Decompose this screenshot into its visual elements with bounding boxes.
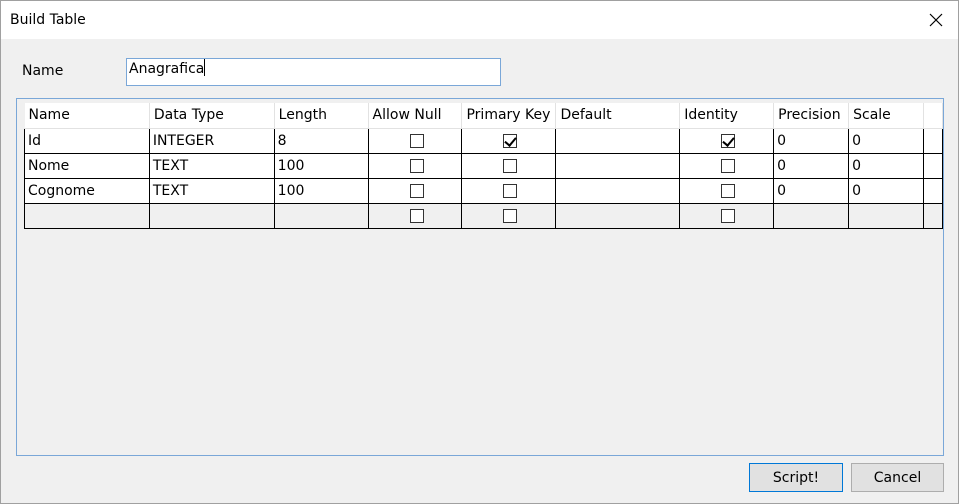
cell-data-type[interactable]: INTEGER (148, 127, 275, 154)
primary-key-checkbox[interactable] (503, 208, 518, 223)
cell-primary-key[interactable] (461, 202, 557, 229)
cell-scale[interactable]: 0 (848, 152, 924, 179)
name-label: Name (22, 63, 64, 79)
cell-name[interactable]: Cognome (24, 177, 150, 204)
window-title: Build Table (10, 12, 86, 28)
column-header-data-type[interactable]: Data Type (149, 103, 275, 129)
cell-default[interactable] (555, 152, 681, 179)
table-name-input[interactable]: Anagrafica (126, 58, 501, 86)
cell-filler (923, 127, 943, 154)
cell-name[interactable] (24, 202, 150, 229)
column-header-identity[interactable]: Identity (679, 103, 775, 129)
cell-filler (923, 177, 943, 204)
cell-precision[interactable]: 0 (773, 127, 850, 154)
grid-header-row: Name Data Type Length Allow Null Primary Key… (24, 103, 943, 129)
cell-data-type[interactable]: TEXT (148, 152, 275, 179)
cell-length[interactable] (273, 202, 369, 229)
cell-allow-null[interactable] (367, 127, 463, 154)
table-row[interactable]: Nome TEXT 100 0 0 (24, 152, 943, 179)
cell-primary-key[interactable] (461, 127, 557, 154)
close-button[interactable] (914, 1, 958, 39)
cell-data-type[interactable]: TEXT (148, 177, 275, 204)
cell-length[interactable]: 8 (273, 127, 369, 154)
cell-data-type[interactable] (148, 202, 275, 229)
cell-scale[interactable] (848, 202, 924, 229)
column-header-allow-null[interactable]: Allow Null (368, 103, 463, 129)
cell-default[interactable] (555, 202, 681, 229)
primary-key-checkbox[interactable] (503, 133, 518, 148)
columns-table: Name Data Type Length Allow Null Primary Key… (24, 103, 943, 229)
cell-length[interactable]: 100 (273, 177, 369, 204)
allow-null-checkbox[interactable] (409, 183, 424, 198)
column-header-length[interactable]: Length (274, 103, 369, 129)
table-row[interactable]: Cognome TEXT 100 0 0 (24, 177, 943, 204)
text-caret (204, 59, 206, 76)
cell-scale[interactable]: 0 (848, 127, 924, 154)
primary-key-checkbox[interactable] (503, 158, 518, 173)
cell-precision[interactable]: 0 (773, 177, 850, 204)
close-icon (929, 13, 943, 27)
primary-key-checkbox[interactable] (503, 183, 518, 198)
cell-primary-key[interactable] (461, 177, 557, 204)
identity-checkbox[interactable] (721, 158, 736, 173)
identity-checkbox[interactable] (721, 208, 736, 223)
cell-length[interactable]: 100 (273, 152, 369, 179)
column-header-default[interactable]: Default (555, 103, 681, 129)
cell-default[interactable] (555, 177, 681, 204)
title-bar: Build Table (1, 1, 958, 39)
cell-filler (923, 202, 943, 229)
cancel-button[interactable]: Cancel (851, 463, 944, 492)
identity-checkbox[interactable] (721, 183, 736, 198)
cell-name[interactable]: Id (24, 127, 150, 154)
cell-scale[interactable]: 0 (848, 177, 924, 204)
allow-null-checkbox[interactable] (409, 133, 424, 148)
table-row[interactable]: Id INTEGER 8 0 0 (24, 127, 943, 154)
script-button[interactable]: Script! (749, 463, 843, 492)
cell-allow-null[interactable] (367, 177, 463, 204)
column-header-name[interactable]: Name (24, 103, 150, 129)
cell-precision[interactable] (773, 202, 850, 229)
grid-new-row[interactable] (24, 202, 943, 229)
columns-grid[interactable]: Name Data Type Length Allow Null Primary Key… (16, 98, 944, 456)
column-header-primary-key[interactable]: Primary Key (461, 103, 557, 129)
column-header-filler (923, 103, 943, 129)
allow-null-checkbox[interactable] (409, 158, 424, 173)
cell-identity[interactable] (679, 127, 775, 154)
column-header-precision[interactable]: Precision (773, 103, 850, 129)
cell-identity[interactable] (679, 202, 775, 229)
cell-allow-null[interactable] (367, 152, 463, 179)
cell-allow-null[interactable] (367, 202, 463, 229)
cell-filler (923, 152, 943, 179)
allow-null-checkbox[interactable] (409, 208, 424, 223)
cell-identity[interactable] (679, 177, 775, 204)
column-header-scale[interactable]: Scale (848, 103, 924, 129)
cell-primary-key[interactable] (461, 152, 557, 179)
cell-default[interactable] (555, 127, 681, 154)
table-name-value: Anagrafica (129, 61, 205, 77)
cell-identity[interactable] (679, 152, 775, 179)
build-table-dialog: Build Table Name Anagrafica Name Data Typ… (0, 0, 959, 504)
identity-checkbox[interactable] (721, 133, 736, 148)
cell-name[interactable]: Nome (24, 152, 150, 179)
cell-precision[interactable]: 0 (773, 152, 850, 179)
